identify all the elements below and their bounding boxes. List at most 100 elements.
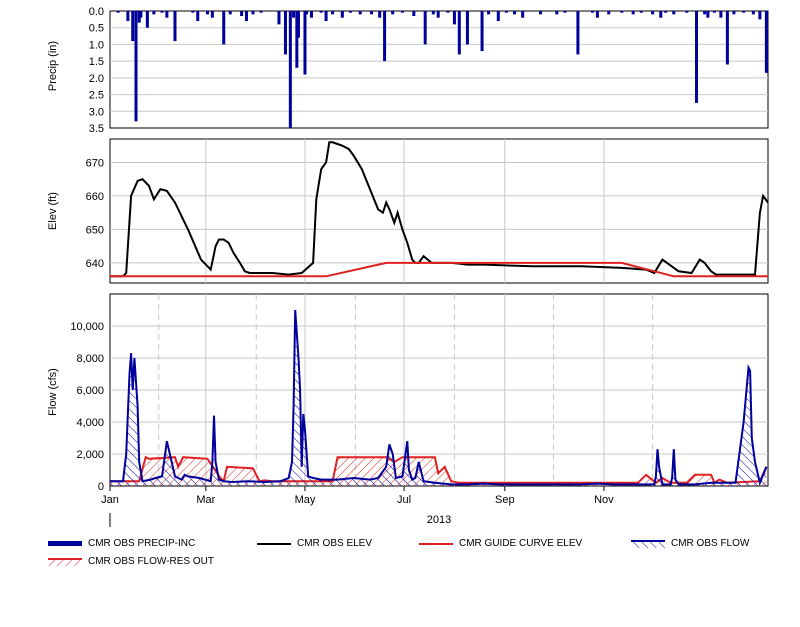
precip-bar: [703, 11, 707, 15]
precip-bar: [277, 11, 281, 25]
precip-tick-label: 3.5: [89, 123, 104, 135]
flow-tick-label: 8,000: [76, 353, 104, 365]
precip-bar: [672, 11, 676, 15]
flow-tick-label: 0: [98, 481, 104, 493]
precip-bar: [758, 11, 762, 20]
precip-bar: [521, 11, 525, 18]
precip-bar: [378, 11, 382, 18]
precip-bar: [764, 11, 768, 73]
flow-panel: 0 2,000 4,000 6,000 8,000 10,000 Flow (cfs): [47, 293, 769, 493]
precip-bar: [145, 11, 149, 28]
precip-bar: [685, 11, 689, 13]
elev-tick-labels: 640 650 660 670: [86, 157, 104, 269]
legend-swatch-guide: [419, 542, 453, 545]
precip-bar: [228, 11, 232, 15]
precip-bar: [465, 11, 469, 45]
precip-bar: [340, 11, 344, 18]
precip-bar: [576, 11, 580, 55]
precip-bar: [539, 11, 543, 15]
precip-bar: [244, 11, 248, 22]
legend-item-resout: CMR OBS FLOW-RES OUT: [48, 556, 214, 567]
elev-tick-label: 640: [86, 258, 104, 270]
precip-bar: [205, 11, 209, 15]
hydrograph-chart: 0.0 0.5 1.0 1.5 2.0 2.5 3.0 3.5 Precip (in) 640…: [47, 6, 769, 527]
legend-item-flow: CMR OBS FLOW: [631, 538, 749, 549]
flow-axis-label: Flow (cfs): [47, 368, 59, 416]
precip-bar: [431, 11, 435, 15]
precip-plot-frame: [109, 10, 769, 129]
legend-label-resout: CMR OBS FLOW-RES OUT: [88, 556, 214, 567]
precip-bar: [348, 11, 352, 13]
precip-tick-label: 3.0: [89, 106, 104, 118]
legend-item-elev: CMR OBS ELEV: [257, 538, 372, 549]
precip-bar: [305, 11, 309, 15]
precip-bar: [563, 11, 567, 13]
precip-panel: 0.0 0.5 1.0 1.5 2.0 2.5 3.0 3.5 Precip (in): [47, 6, 769, 135]
elev-tick-label: 670: [86, 157, 104, 169]
flow-tick-label: 6,000: [76, 385, 104, 397]
precip-tick-labels: 0.0 0.5 1.0 1.5 2.0 2.5 3.0 3.5: [89, 6, 104, 135]
elev-plot-frame: [109, 138, 769, 284]
precip-bar: [457, 11, 461, 55]
flow-tick-label: 2,000: [76, 449, 104, 461]
time-axis-month-label: Nov: [594, 494, 614, 506]
elev-tick-label: 660: [86, 191, 104, 203]
precip-bar: [631, 11, 635, 15]
legend-swatch-precip: [48, 541, 82, 546]
legend: CMR OBS PRECIP-INC CMR OBS ELEV CMR GUID…: [45, 536, 785, 576]
precip-bar: [496, 11, 500, 22]
precip-bar: [620, 11, 624, 13]
precip-bar: [595, 11, 599, 18]
precip-bar: [659, 11, 663, 18]
precip-tick-label: 2.5: [89, 90, 104, 102]
precip-bar: [292, 11, 296, 18]
elev-panel: 640 650 660 670 Elev (ft): [47, 138, 769, 284]
precip-bar: [165, 11, 169, 18]
precip-bar: [423, 11, 427, 45]
time-axis-month-label: Mar: [196, 494, 215, 506]
precip-bar: [383, 11, 387, 62]
precip-bar: [504, 11, 508, 13]
precip-bar: [446, 11, 450, 13]
time-axis-month-label: Sep: [495, 494, 515, 506]
precip-bar: [591, 11, 595, 13]
precip-tick-label: 1.5: [89, 56, 104, 68]
precip-bar: [131, 11, 135, 42]
precip-bar: [358, 11, 362, 15]
precip-bar: [309, 11, 313, 18]
precip-bar: [712, 11, 716, 13]
precip-bar: [732, 11, 736, 15]
precip-bar: [639, 11, 643, 13]
precip-bar: [480, 11, 484, 52]
precip-bar: [222, 11, 226, 45]
precip-tick-label: 0.0: [89, 6, 104, 18]
precip-bar: [742, 11, 746, 13]
precip-bar: [751, 11, 755, 15]
precip-bar: [288, 11, 292, 128]
legend-label-guide: CMR GUIDE CURVE ELEV: [459, 538, 583, 549]
precip-bar: [173, 11, 177, 42]
precip-axis-label: Precip (in): [47, 41, 59, 91]
precip-bar: [134, 11, 138, 122]
flow-tick-label: 4,000: [76, 417, 104, 429]
time-axis-month-label: May: [295, 494, 316, 506]
precip-bar: [725, 11, 729, 65]
time-axis-month-label: Jul: [397, 494, 411, 506]
precip-bar: [706, 11, 710, 18]
time-axis-month-label: Jan: [101, 494, 119, 506]
legend-item-precip: CMR OBS PRECIP-INC: [48, 538, 195, 549]
legend-swatch-flow: [631, 539, 665, 548]
precip-bar: [259, 11, 263, 13]
precip-tick-label: 1.0: [89, 39, 104, 51]
flow-tick-label: 10,000: [70, 321, 104, 333]
precip-bar: [240, 11, 244, 17]
flow-tick-labels: 0 2,000 4,000 6,000 8,000 10,000: [70, 321, 104, 493]
precip-bar: [452, 11, 456, 25]
legend-label-flow: CMR OBS FLOW: [671, 538, 750, 549]
precip-bar: [487, 11, 491, 15]
precip-bar: [513, 11, 517, 15]
precip-bar: [191, 11, 195, 13]
legend-label-precip: CMR OBS PRECIP-INC: [88, 538, 196, 549]
precip-bar: [116, 11, 120, 13]
precip-tick-label: 2.0: [89, 73, 104, 85]
